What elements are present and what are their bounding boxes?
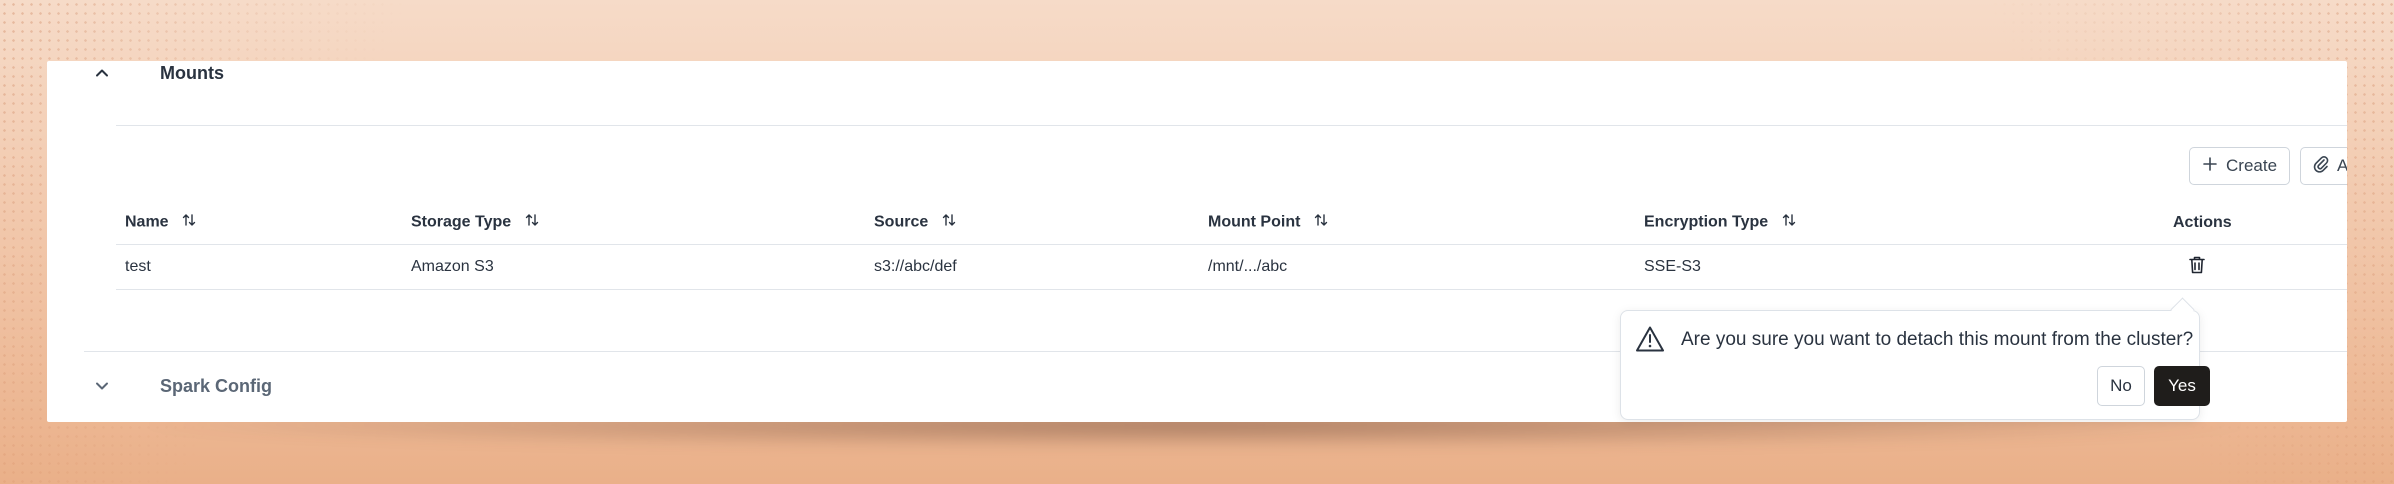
chevron-down-icon[interactable] (94, 378, 110, 394)
attach-button-label: A (2337, 156, 2347, 175)
column-header-name[interactable]: Name (116, 201, 402, 245)
yes-button[interactable]: Yes (2154, 366, 2210, 406)
mounts-table: Name Storage Type Source Mount Point Enc… (116, 201, 2347, 290)
cell-actions (2164, 244, 2347, 290)
create-mount-button[interactable]: Create (2189, 147, 2291, 185)
cell-mount-point: /mnt/.../abc (1199, 244, 1635, 290)
spark-config-section-title: Spark Config (160, 375, 273, 396)
column-header-mount-point[interactable]: Mount Point (1199, 201, 1635, 245)
column-header-storage-type[interactable]: Storage Type (402, 201, 865, 245)
sort-icon[interactable] (1313, 212, 1329, 233)
table-row: test Amazon S3 s3://abc/def /mnt/.../abc… (116, 244, 2347, 290)
detach-confirm-popover: Are you sure you want to detach this mou… (1620, 310, 2210, 420)
mounts-section-header[interactable]: Mounts (47, 61, 2347, 85)
column-header-actions: Actions (2164, 201, 2347, 245)
cell-name: test (116, 244, 402, 290)
paperclip-icon (2313, 155, 2329, 178)
column-header-encryption-type[interactable]: Encryption Type (1635, 201, 2164, 245)
mounts-section-title: Mounts (160, 62, 224, 83)
sort-icon[interactable] (181, 212, 197, 233)
no-button[interactable]: No (2097, 366, 2145, 406)
sort-icon[interactable] (1781, 212, 1797, 233)
popover-message: Are you sure you want to detach this mou… (1681, 329, 2194, 350)
trash-icon[interactable] (2188, 255, 2206, 280)
cell-source: s3://abc/def (865, 244, 1199, 290)
mounts-toolbar: Create A (2189, 147, 2347, 185)
cell-storage-type: Amazon S3 (402, 244, 865, 290)
warning-triangle-icon (1635, 325, 1665, 358)
sort-icon[interactable] (941, 212, 957, 233)
attach-mount-button[interactable]: A (2300, 147, 2347, 185)
plus-icon (2202, 156, 2218, 177)
divider (116, 125, 2347, 126)
column-header-source[interactable]: Source (865, 201, 1199, 245)
cell-encryption-type: SSE-S3 (1635, 244, 2164, 290)
create-button-label: Create (2226, 156, 2278, 175)
sort-icon[interactable] (524, 212, 540, 233)
chevron-up-icon[interactable] (94, 65, 110, 81)
table-header-row: Name Storage Type Source Mount Point Enc… (116, 201, 2347, 245)
